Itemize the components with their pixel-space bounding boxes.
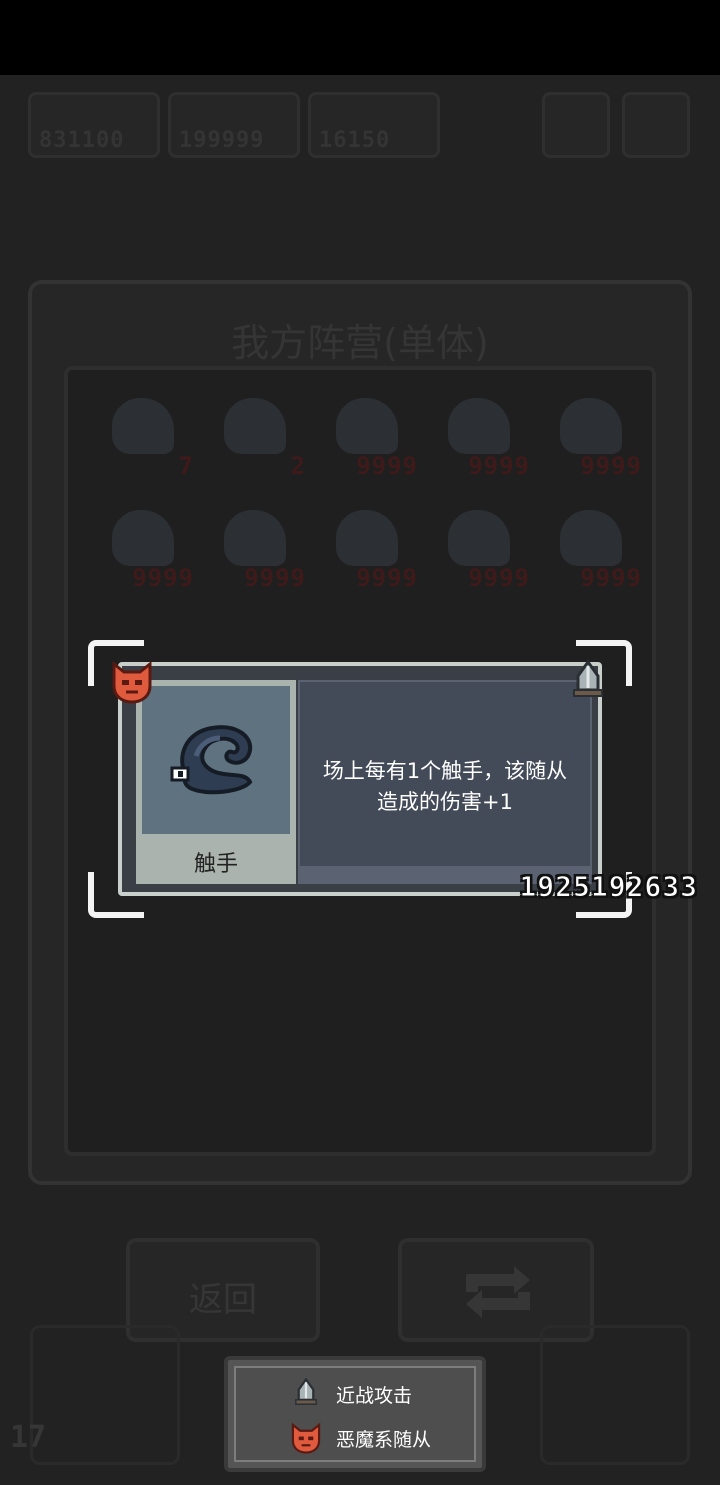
roster-count: 9999: [356, 452, 418, 480]
card-portrait-panel: 触手: [136, 680, 296, 884]
roster-slot[interactable]: 9999: [434, 390, 529, 480]
roster-slot[interactable]: 9999: [322, 502, 417, 592]
roster-count: 2: [290, 452, 306, 480]
tentacle-sprite-icon: [560, 398, 622, 454]
card-portrait: [142, 686, 290, 834]
back-button-label: 返回: [189, 1280, 257, 1320]
minion-card: 触手 场上每有1个触手，该随从 造成的伤害+1: [118, 662, 602, 896]
settings-button[interactable]: [622, 92, 690, 158]
tentacle-sprite-icon: [336, 510, 398, 566]
roster-count: 9999: [580, 452, 642, 480]
card-description-line-2: 造成的伤害+1: [377, 790, 513, 814]
minion-sprite-icon: [224, 398, 286, 454]
roster-count: 9999: [356, 564, 418, 592]
roster-slot[interactable]: 9999: [210, 502, 305, 592]
level-indicator: 17: [10, 1420, 47, 1455]
card-description: 场上每有1个触手，该随从 造成的伤害+1: [300, 756, 590, 818]
resource-value-3: 16150: [319, 128, 391, 153]
menu-button[interactable]: [542, 92, 610, 158]
resource-value-2: 199999: [179, 128, 265, 153]
minion-sprite-icon: [336, 398, 398, 454]
roster-count: 9999: [244, 564, 306, 592]
resource-counter-1: 831100: [28, 92, 160, 158]
roster-slot[interactable]: 7: [98, 390, 193, 480]
panel-title: 我方阵营(单体): [231, 321, 489, 365]
tentacle-icon: [170, 725, 253, 795]
roster-count: 9999: [468, 452, 530, 480]
roster-slot[interactable]: 9999: [434, 502, 529, 592]
swap-icon: [466, 1266, 530, 1318]
roster-count: 9999: [580, 564, 642, 592]
roster-count: 9999: [468, 564, 530, 592]
tentacle-sprite-icon: [112, 510, 174, 566]
resource-value-1: 831100: [39, 128, 125, 153]
tentacle-sprite-icon: [224, 510, 286, 566]
roster-slot[interactable]: 9999: [546, 502, 641, 592]
melee-shield-icon: [566, 659, 610, 704]
legend-row-demon: 恶魔系随从: [290, 1420, 431, 1456]
roster-count: 9999: [132, 564, 194, 592]
tentacle-sprite-icon: [560, 510, 622, 566]
tentacle-sprite-icon: [448, 398, 510, 454]
legend-row-melee: 近战攻击: [290, 1376, 412, 1412]
card-description-line-1: 场上每有1个触手，该随从: [322, 759, 568, 783]
demon-mask-icon: [291, 1422, 321, 1454]
roster-slot[interactable]: 2: [210, 390, 305, 480]
resource-counter-3: 16150: [308, 92, 440, 158]
card-id: 1925192633: [519, 870, 698, 904]
demon-mask-icon: [110, 660, 154, 704]
status-bar: [0, 0, 720, 75]
roster-slot[interactable]: 9999: [98, 502, 193, 592]
legend-demon-label: 恶魔系随从: [336, 1428, 432, 1451]
roster-slot[interactable]: 9999: [546, 390, 641, 480]
footer-slot-left[interactable]: [30, 1325, 180, 1465]
resource-counter-2: 199999: [168, 92, 300, 158]
roster-count: 7: [178, 452, 194, 480]
legend-melee-label: 近战攻击: [336, 1384, 413, 1407]
card-name: 触手: [193, 852, 238, 877]
tag-legend-inner: 近战攻击 恶魔系随从: [234, 1366, 476, 1462]
roster-slot[interactable]: 9999: [322, 390, 417, 480]
card-description-panel: 场上每有1个触手，该随从 造成的伤害+1: [298, 680, 592, 884]
tag-legend: 近战攻击 恶魔系随从: [224, 1356, 486, 1472]
card-description-box: 场上每有1个触手，该随从 造成的伤害+1: [300, 682, 590, 866]
footer-slot-right[interactable]: [540, 1325, 690, 1465]
tentacle-sprite-icon: [448, 510, 510, 566]
melee-shield-icon: [295, 1378, 317, 1405]
minion-sprite-icon: [112, 398, 174, 454]
